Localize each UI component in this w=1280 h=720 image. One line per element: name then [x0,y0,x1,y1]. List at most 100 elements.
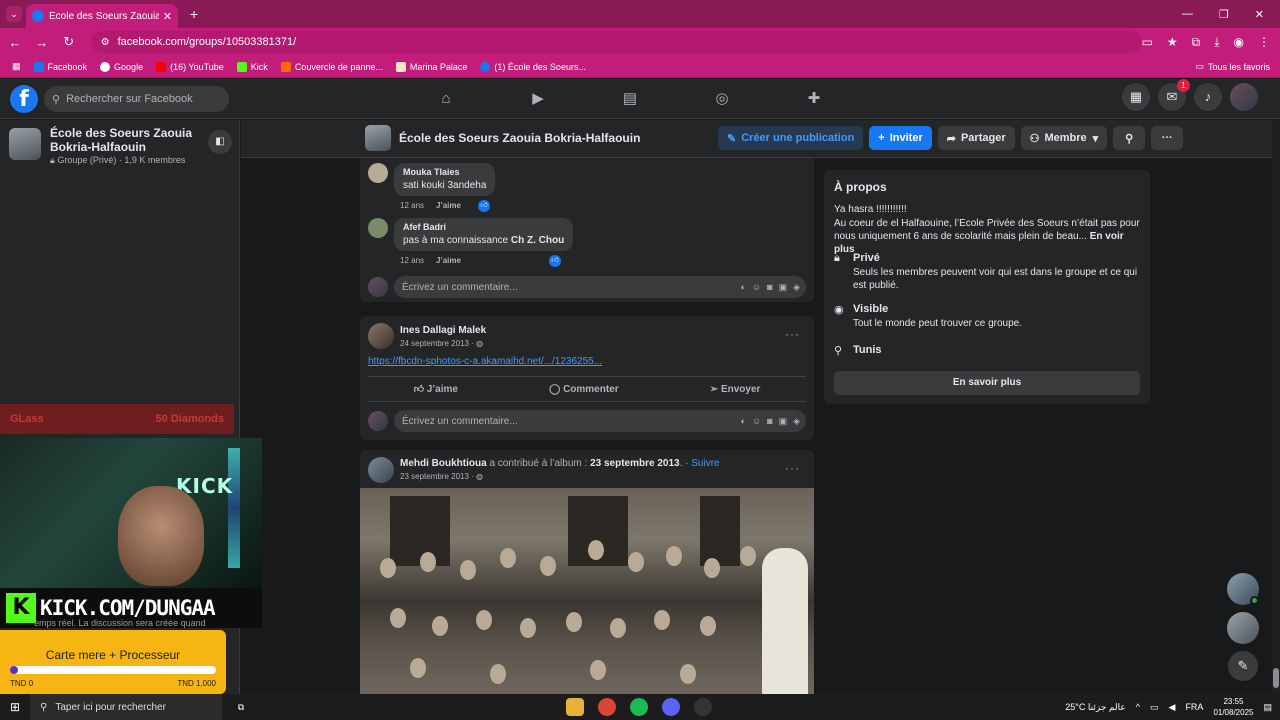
camera-icon[interactable]: ◙ [767,282,772,293]
bookmark-google[interactable]: Google [100,61,143,72]
groups-icon[interactable]: ◎ [706,85,738,113]
video-icon[interactable]: ▶ [522,85,554,113]
site-info-icon[interactable]: ⚙ [101,37,110,48]
bookmark-marina[interactable]: Marina Palace [395,61,467,72]
comment-avatar[interactable] [368,163,388,183]
sidebar-group-name[interactable]: École des Soeurs Zaouia Bokria-Halfaouin [50,126,200,154]
restore-icon[interactable]: ❐ [1219,8,1229,21]
marketplace-icon[interactable]: ▤ [614,85,646,113]
avatar-sticker-icon[interactable]: ◐ [740,416,745,427]
facebook-search-input[interactable]: ⚲ Rechercher sur Facebook [44,86,229,112]
page-scrollbar[interactable] [1272,120,1280,694]
comment-button[interactable]: ◯ Commenter [549,384,619,395]
follow-link[interactable]: Suivre [691,458,719,469]
contact-avatar[interactable] [1227,612,1259,644]
group-thumbnail[interactable] [9,128,41,160]
create-post-button[interactable]: ✎ Créer une publication [718,126,864,150]
collapse-sidebar-icon[interactable]: ◧ [208,130,232,154]
taskbar-clock[interactable]: 23:55 01/08/2025 [1213,696,1253,718]
send-button[interactable]: ➢ Envoyer [710,384,761,395]
bookmark-facebook[interactable]: Facebook [33,61,87,72]
download-icon[interactable]: ⤓ [1214,35,1219,50]
spotify-icon[interactable] [630,698,648,716]
notifications-bell-icon[interactable]: ♪ [1194,83,1222,111]
post-author-avatar[interactable] [368,323,394,349]
group-search-button[interactable]: ⚲ [1113,126,1146,150]
comment-like-link[interactable]: J’aime [436,256,461,265]
bookmark-ecole[interactable]: (1) École des Soeurs... [480,61,586,72]
extensions-icon[interactable]: ⧉ [1192,35,1201,50]
gaming-icon[interactable]: ✚ [798,85,830,113]
tray-arrow-icon[interactable]: ^ [1136,702,1140,712]
gif-icon[interactable]: ▣ [779,416,788,427]
discord-icon[interactable] [662,698,680,716]
group-header-thumbnail[interactable] [365,125,391,151]
chrome-icon[interactable] [598,698,616,716]
tab-close-icon[interactable]: ✕ [163,10,172,23]
gif-icon[interactable]: ▣ [779,282,788,293]
all-bookmarks[interactable]: ▭ Tous les favoris [1195,61,1270,72]
post-link[interactable]: https://fbcdn-sphotos-c-a.akamaihd.net/.… [368,356,602,367]
home-icon[interactable]: ⌂ [430,85,462,113]
avatar-sticker-icon[interactable]: ◐ [740,282,745,293]
emoji-icon[interactable]: ☺ [752,416,761,427]
like-reaction-icon[interactable]: 👍︎ [549,255,561,267]
volume-icon[interactable]: ◀ [1169,702,1176,713]
back-icon[interactable]: ← [3,35,27,50]
obs-icon[interactable] [694,698,712,716]
sticker-icon[interactable]: ◈ [793,282,800,293]
messenger-icon[interactable]: ✉ 1 [1158,79,1190,111]
comment-avatar[interactable] [368,218,388,238]
forward-icon[interactable]: → [30,35,54,50]
url-bar[interactable]: ⚙ facebook.com/groups/10503381371/ [90,31,1142,53]
comment-like-link[interactable]: J’aime [436,201,461,210]
browser-tab-active[interactable]: École des Soeurs Zaouia Bokria ✕ [26,4,178,28]
menu-icon[interactable]: ⋮ [1258,35,1270,50]
taskbar-search[interactable]: ⚲ Taper ici pour rechercher [30,694,222,720]
comment-author[interactable]: Mouka Tlaies [403,167,486,177]
comment-time[interactable]: 12 ans [400,256,424,265]
file-explorer-icon[interactable] [566,698,584,716]
post-photo[interactable] [360,488,814,694]
scrollbar-thumb[interactable] [1273,668,1279,688]
bookmark-kick[interactable]: Kick [236,61,268,72]
facebook-logo-icon[interactable]: f [10,85,38,113]
camera-icon[interactable]: ◙ [767,416,772,427]
menu-grid-icon[interactable]: ▦ [1122,83,1150,111]
comment-author[interactable]: Afef Badri [403,222,564,232]
bookmark-couvercle[interactable]: Couvercle de panne... [280,61,383,72]
member-button[interactable]: ⚇ Membre ▾ [1020,126,1108,150]
windows-start-icon[interactable]: ⊞ [0,700,30,714]
comment-mention[interactable]: Ch Z. Chou [511,235,564,246]
new-message-icon[interactable]: ✎ [1228,651,1258,681]
minimize-icon[interactable]: — [1182,8,1193,21]
group-more-button[interactable]: ··· [1151,126,1184,150]
share-button[interactable]: ➦ Partager [937,126,1015,150]
language-indicator[interactable]: FRA [1185,702,1203,712]
profile-icon[interactable]: ◉ [1234,35,1244,50]
invite-button[interactable]: + Inviter [869,126,932,150]
write-comment-input[interactable]: Écrivez un commentaire... ◐ ☺ ◙ ▣ ◈ [394,410,806,432]
weather-widget[interactable]: 25°C عالم جزئنا [1065,702,1125,713]
write-comment-input[interactable]: Écrivez un commentaire... ◐ ☺ ◙ ▣ ◈ [394,276,806,298]
notification-center-icon[interactable]: ▤ [1263,702,1272,713]
network-icon[interactable]: ▭ [1150,702,1159,713]
post-more-icon[interactable]: ··· [785,327,800,341]
task-view-icon[interactable]: ⧉ [232,698,250,716]
contact-avatar[interactable] [1227,573,1259,605]
account-avatar[interactable] [1230,83,1258,111]
bookmark-star-icon[interactable]: ★ [1167,35,1178,50]
post-date[interactable]: 23 septembre 2013 · ◍ [400,472,483,481]
post-date[interactable]: 24 septembre 2013 · ◍ [400,339,483,348]
post-author-avatar[interactable] [368,457,394,483]
apps-icon[interactable]: ▦ [12,61,21,72]
reload-icon[interactable]: ↻ [57,34,81,50]
new-tab-icon[interactable]: + [190,6,198,22]
tab-search-icon[interactable]: ⌄ [6,6,22,22]
emoji-icon[interactable]: ☺ [752,282,761,293]
comment-time[interactable]: 12 ans [400,201,424,210]
group-header-title[interactable]: École des Soeurs Zaouia Bokria-Halfaouin [399,131,640,145]
sticker-icon[interactable]: ◈ [793,416,800,427]
post-more-icon[interactable]: ··· [785,461,800,475]
learn-more-button[interactable]: En savoir plus [834,371,1140,395]
